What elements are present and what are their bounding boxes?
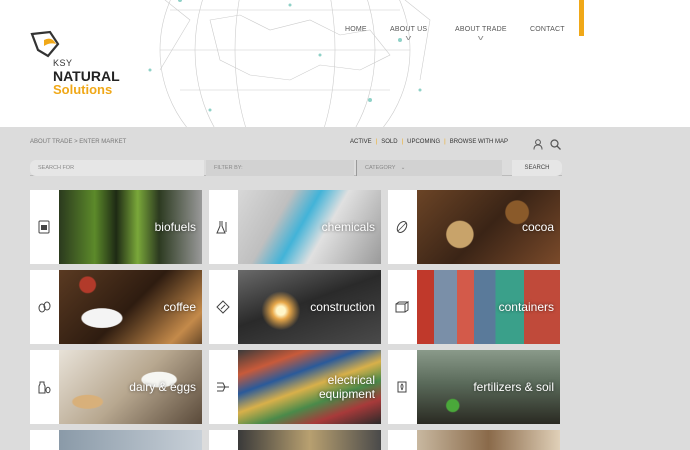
filter-active[interactable]: ACTIVE	[350, 139, 372, 145]
category-label: cocoa	[521, 220, 554, 234]
filter-browse-map[interactable]: BROWSE WITH MAP	[450, 139, 508, 145]
category-card-partial[interactable]	[388, 430, 560, 450]
chevron-down-icon: v	[405, 35, 412, 42]
category-label: electrical equipment	[297, 373, 375, 401]
dairy-icon	[30, 350, 58, 424]
category-image	[238, 430, 381, 450]
logo[interactable]: KSY NATURAL Solutions	[30, 30, 140, 100]
search-bar: SEARCH FOR FILTER BY: CATEGORY ⌄ SEARCH	[30, 160, 562, 176]
filter-upcoming[interactable]: UPCOMING	[407, 139, 440, 145]
chemicals-icon	[209, 190, 237, 264]
category-label: containers	[498, 300, 554, 314]
nav-home[interactable]: HOME	[345, 26, 367, 33]
category-label: fertilizers & soil	[473, 380, 554, 394]
category-card-cocoa[interactable]: cocoa	[388, 190, 560, 264]
user-icon[interactable]	[533, 139, 543, 150]
category-card-fertilizers-soil[interactable]: fertilizers & soil	[388, 350, 560, 424]
category-select[interactable]: CATEGORY ⌄	[356, 160, 502, 176]
site-header: KSY NATURAL Solutions HOME ABOUT US v ABO…	[0, 0, 690, 127]
category-label: construction	[310, 300, 375, 314]
search-button[interactable]: SEARCH	[512, 160, 562, 176]
nav-about-trade[interactable]: ABOUT TRADE v	[455, 26, 507, 43]
biofuel-icon	[30, 190, 58, 264]
logo-solutions: Solutions	[53, 82, 113, 97]
world-network-graphic	[148, 0, 431, 127]
coffee-icon	[30, 270, 58, 344]
category-label: biofuels	[154, 220, 196, 234]
accent-bar	[579, 0, 584, 36]
electrical-icon	[209, 350, 237, 424]
category-card-construction[interactable]: construction	[209, 270, 381, 344]
filter-separator: |	[444, 139, 446, 145]
logo-mark-icon	[30, 30, 60, 58]
category-card-partial[interactable]	[209, 430, 381, 450]
chevron-down-icon: ⌄	[400, 165, 406, 171]
category-card-dairy-eggs[interactable]: dairy & eggs	[30, 350, 202, 424]
category-card-chemicals[interactable]: chemicals	[209, 190, 381, 264]
category-card-containers[interactable]: containers	[388, 270, 560, 344]
category-label-line: electrical equipment	[318, 373, 375, 401]
containers-icon	[388, 270, 416, 344]
cocoa-icon	[388, 190, 416, 264]
category-card-coffee[interactable]: coffee	[30, 270, 202, 344]
breadcrumb: ABOUT TRADE > ENTER MARKET	[30, 139, 127, 145]
fertilizer-icon	[388, 350, 416, 424]
filter-by-input[interactable]: FILTER BY:	[206, 160, 354, 176]
category-card-electrical-equipment[interactable]: electrical equipment	[209, 350, 381, 424]
category-label: dairy & eggs	[129, 380, 196, 394]
category-image	[417, 430, 560, 450]
category-image	[59, 430, 202, 450]
category-label: CATEGORY	[365, 165, 396, 171]
chevron-down-icon: v	[477, 35, 484, 42]
filter-sold[interactable]: SOLD	[381, 139, 397, 145]
logo-ksy: KSY	[53, 58, 73, 68]
category-card-biofuels[interactable]: biofuels	[30, 190, 202, 264]
category-label: chemicals	[321, 220, 375, 234]
status-filters: ACTIVE | SOLD | UPCOMING | BROWSE WITH MAP	[350, 139, 508, 145]
nav-contact[interactable]: CONTACT	[530, 26, 565, 33]
search-icon[interactable]	[550, 139, 561, 150]
construction-icon	[209, 270, 237, 344]
filter-separator: |	[375, 139, 378, 145]
category-label: coffee	[163, 300, 196, 314]
filter-separator: |	[401, 139, 404, 145]
nav-about-us[interactable]: ABOUT US v	[390, 26, 427, 43]
category-card-partial[interactable]	[30, 430, 202, 450]
search-input[interactable]: SEARCH FOR	[30, 160, 204, 176]
